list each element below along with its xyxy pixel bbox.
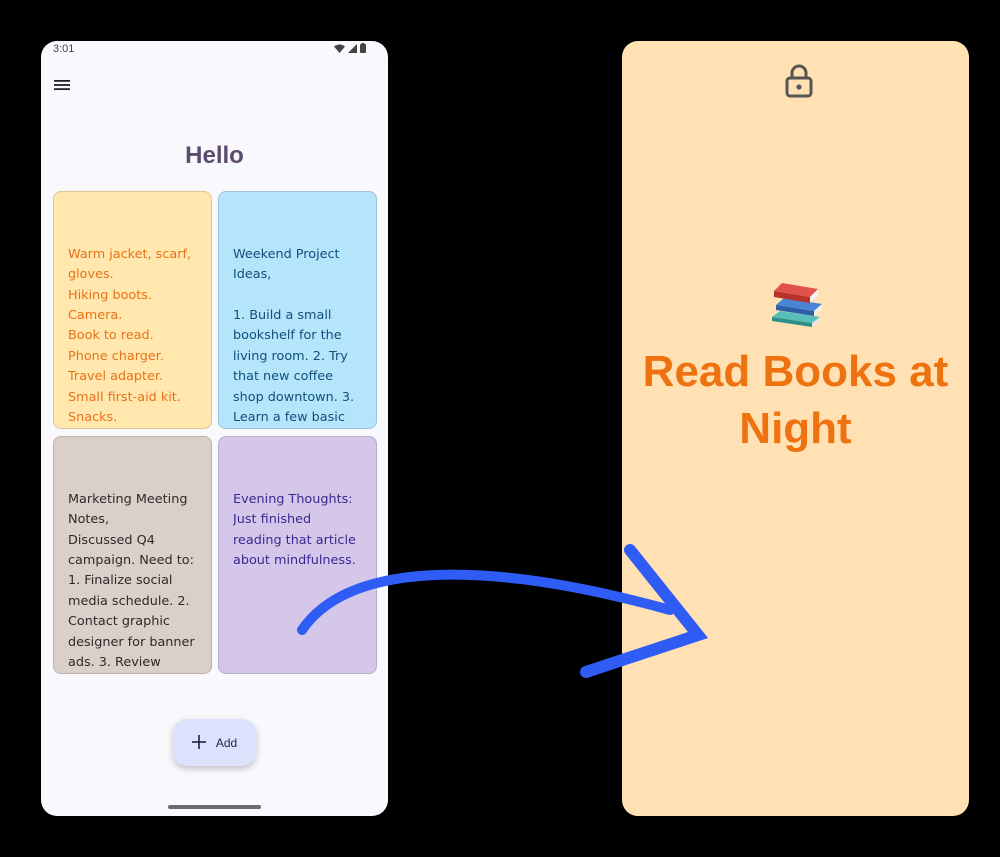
notes-app-screen: 3:01 Hello Warm jacket, scarf, gloves. H… <box>41 41 388 816</box>
note-card[interactable]: Weekend Project Ideas, 1. Build a small … <box>218 191 377 429</box>
wifi-icon <box>334 44 345 53</box>
status-bar: 3:01 <box>41 41 388 57</box>
home-indicator[interactable] <box>168 805 261 809</box>
widget-title: Read Books at Night <box>642 347 949 453</box>
menu-icon <box>54 80 70 90</box>
signal-icon <box>348 43 357 53</box>
note-text: Marketing Meeting Notes, Discussed Q4 ca… <box>68 491 195 671</box>
lock-icon <box>785 64 813 98</box>
greeting-title: Hello <box>185 142 244 169</box>
plus-icon <box>191 733 206 753</box>
note-card[interactable]: Marketing Meeting Notes, Discussed Q4 ca… <box>53 436 212 674</box>
books-emoji <box>622 277 969 338</box>
arrow-icon <box>297 544 709 678</box>
status-icons <box>334 43 366 53</box>
add-button-label: Add <box>215 735 238 750</box>
battery-icon <box>360 43 366 53</box>
note-text: Weekend Project Ideas, 1. Build a small … <box>233 246 355 426</box>
status-time: 3:01 <box>53 43 75 55</box>
note-card[interactable]: Warm jacket, scarf, gloves. Hiking boots… <box>53 191 212 429</box>
menu-button[interactable] <box>53 78 73 96</box>
note-text: Warm jacket, scarf, gloves. Hiking boots… <box>68 246 192 426</box>
add-note-button[interactable]: Add <box>173 719 256 766</box>
widget-screen: Read Books at Night <box>622 41 969 816</box>
